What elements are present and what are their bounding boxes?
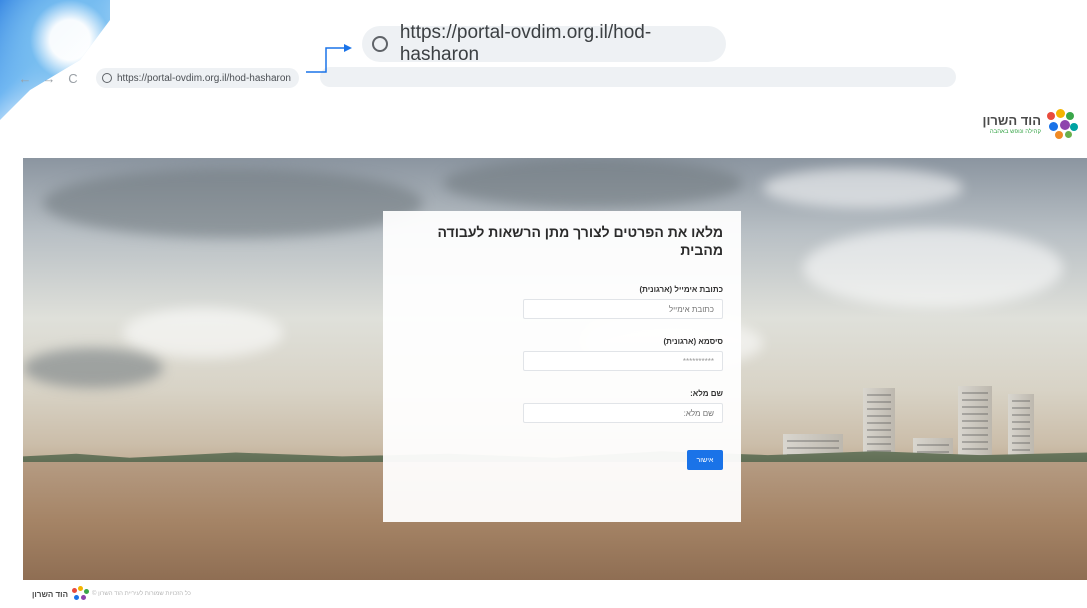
password-field[interactable]: [523, 351, 723, 371]
footer-copyright: כל הזכויות שמורות לעיריית הוד השרון ©: [92, 591, 191, 597]
submit-button[interactable]: אישור: [687, 450, 723, 470]
zoomed-url: https://portal-ovdim.org.il/hod-hasharon: [399, 22, 652, 65]
footer-logo[interactable]: הוד השרון: [32, 586, 91, 602]
footer-logo-emblem-icon: [71, 586, 91, 602]
email-label: כתובת אימייל (ארגונית): [639, 285, 724, 294]
fullname-field[interactable]: [523, 403, 723, 423]
footer: הוד השרון כל הזכויות שמורות לעיריית הוד …: [0, 580, 1087, 608]
form-title: מלאו את הפרטים לצורך מתן הרשאות לעבודה מ…: [437, 224, 724, 258]
logo-title: הוד השרון: [982, 112, 1041, 128]
footer-logo-title: הוד השרון: [32, 589, 68, 599]
password-label: סיסמא (ארגונית): [663, 337, 723, 346]
globe-icon: [372, 36, 388, 52]
email-field[interactable]: [523, 299, 723, 319]
logo-subtitle: קהילה ונופש באהבה: [989, 128, 1041, 135]
permission-form: מלאו את הפרטים לצורך מתן הרשאות לעבודה מ…: [383, 211, 741, 522]
zoomed-address-bar-callout: https://portal-ovdim.org.il/hod-hasharon: [362, 22, 726, 65]
site-logo[interactable]: הוד השרון קהילה ונופש באהבה: [983, 108, 1079, 140]
browser-chrome: ← → C https://portal-ovdim.org.il/hod-ha…: [0, 0, 1087, 120]
logo-emblem-icon: [1045, 108, 1079, 140]
fullname-label: שם מלא:: [690, 389, 723, 398]
